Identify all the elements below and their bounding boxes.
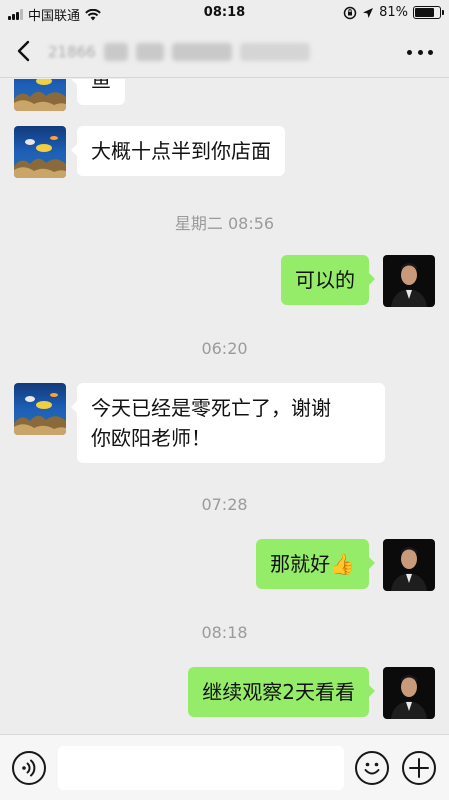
message-row: 可以的 <box>0 255 449 311</box>
sent-bubble[interactable]: 可以的 <box>281 255 375 305</box>
chat-area[interactable]: 鱼 大概十点半到你店面 星期二 08:56 可以的 06:20 今天已经是零死亡… <box>0 79 449 734</box>
my-avatar[interactable] <box>383 539 435 591</box>
chat-title-fragment: 21866 <box>48 43 96 61</box>
back-chevron-icon[interactable] <box>12 38 38 64</box>
contact-avatar[interactable] <box>14 79 66 111</box>
voice-icon[interactable] <box>12 751 46 785</box>
my-avatar[interactable] <box>383 667 435 719</box>
timestamp: 06:20 <box>201 339 248 358</box>
timestamp: 07:28 <box>201 495 248 514</box>
aquarium-avatar-icon <box>14 383 66 435</box>
contact-avatar[interactable] <box>14 383 66 435</box>
nav-bar: 21866 <box>0 26 449 78</box>
voice-waves-icon <box>22 759 36 777</box>
chat-title: 21866 <box>48 40 310 64</box>
sent-bubble[interactable]: 继续观察2天看看 <box>188 667 375 717</box>
input-bar <box>0 734 449 800</box>
message-line: 今天已经是零死亡了，谢谢 <box>91 396 331 420</box>
message-row: 今天已经是零死亡了，谢谢 你欧阳老师！ <box>0 383 449 465</box>
message-text: 那就好 <box>270 552 331 576</box>
timestamp: 星期二 08:56 <box>174 214 275 233</box>
person-avatar-icon <box>383 255 435 307</box>
blurred-title-segment <box>103 43 128 61</box>
rotation-lock-icon <box>343 6 357 19</box>
contact-avatar[interactable] <box>14 126 66 178</box>
location-icon <box>363 7 374 18</box>
status-right: 81% <box>343 5 444 20</box>
aquarium-avatar-icon <box>14 79 66 111</box>
battery-percent: 81% <box>379 5 408 20</box>
received-bubble[interactable]: 今天已经是零死亡了，谢谢 你欧阳老师！ <box>71 383 385 463</box>
battery-fill <box>415 8 435 17</box>
timestamp: 08:18 <box>201 623 248 642</box>
battery-icon <box>413 6 444 19</box>
thumbs-up-emoji: 👍 <box>330 552 355 576</box>
received-bubble[interactable]: 大概十点半到你店面 <box>71 126 285 176</box>
message-row: 鱼 <box>0 79 449 111</box>
message-row: 那就好👍 <box>0 539 449 595</box>
more-options-icon[interactable] <box>407 42 433 62</box>
sent-bubble[interactable]: 那就好👍 <box>256 539 375 589</box>
message-row: 继续观察2天看看 <box>0 667 449 723</box>
plus-icon[interactable] <box>402 751 436 785</box>
blurred-title-segment <box>239 43 310 61</box>
message-line: 你欧阳老师！ <box>91 426 211 450</box>
message-row: 大概十点半到你店面 <box>0 126 449 186</box>
plus-sign-icon <box>409 758 429 778</box>
aquarium-avatar-icon <box>14 126 66 178</box>
blurred-title-segment <box>171 43 232 61</box>
emoji-icon[interactable] <box>355 751 389 785</box>
received-bubble[interactable]: 鱼 <box>71 79 125 105</box>
status-bar: 中国联通 08:18 81% <box>0 0 449 26</box>
person-avatar-icon <box>383 539 435 591</box>
smiley-face-icon <box>364 762 380 775</box>
blurred-title-segment <box>135 43 164 61</box>
message-input[interactable] <box>58 746 344 790</box>
person-avatar-icon <box>383 667 435 719</box>
my-avatar[interactable] <box>383 255 435 307</box>
